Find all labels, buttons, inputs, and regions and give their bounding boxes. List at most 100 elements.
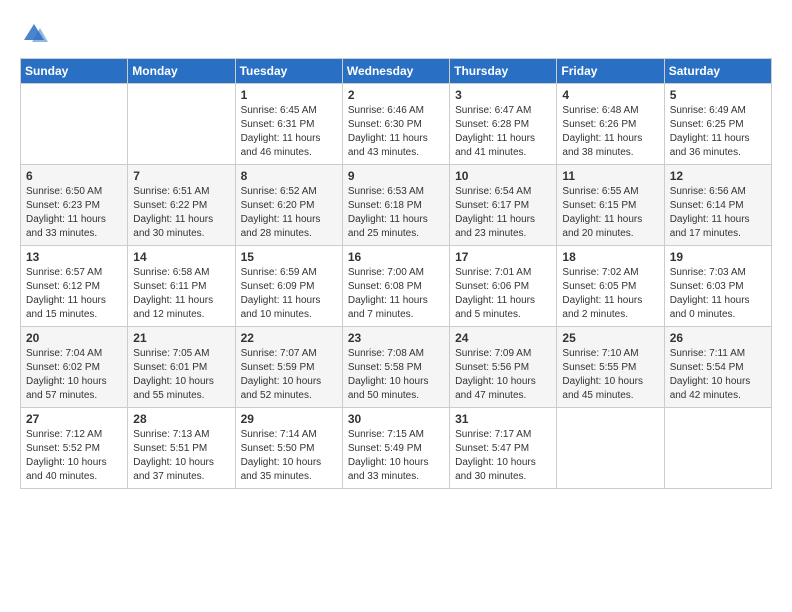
calendar: SundayMondayTuesdayWednesdayThursdayFrid… <box>20 58 772 489</box>
calendar-cell: 28 Sunrise: 7:13 AM Sunset: 5:51 PM Dayli… <box>128 408 235 489</box>
day-info: Sunrise: 7:13 AM Sunset: 5:51 PM Dayligh… <box>133 428 229 484</box>
calendar-cell: 21Sunrise: 7:05 AM Sunset: 6:01 PM Dayli… <box>128 327 235 408</box>
day-number: 16 <box>348 250 444 264</box>
calendar-cell: 14Sunrise: 6:58 AM Sunset: 6:11 PM Dayli… <box>128 246 235 327</box>
weekday-header: Tuesday <box>235 59 342 84</box>
day-number: 31 <box>455 412 551 426</box>
calendar-cell: 30 Sunrise: 7:15 AM Sunset: 5:49 PM Dayli… <box>342 408 449 489</box>
day-number: 1 <box>241 88 337 102</box>
day-info: Sunrise: 6:48 AM Sunset: 6:26 PM Dayligh… <box>562 104 658 160</box>
day-number: 20 <box>26 331 122 345</box>
day-info: Sunrise: 7:10 AM Sunset: 5:55 PM Dayligh… <box>562 347 658 403</box>
day-number: 26 <box>670 331 766 345</box>
calendar-header-row: SundayMondayTuesdayWednesdayThursdayFrid… <box>21 59 772 84</box>
day-info: Sunrise: 6:47 AM Sunset: 6:28 PM Dayligh… <box>455 104 551 160</box>
day-info: Sunrise: 6:52 AM Sunset: 6:20 PM Dayligh… <box>241 185 337 241</box>
calendar-cell: 2 Sunrise: 6:46 AM Sunset: 6:30 PM Daylig… <box>342 84 449 165</box>
calendar-cell: 29 Sunrise: 7:14 AM Sunset: 5:50 PM Dayli… <box>235 408 342 489</box>
day-info: Sunrise: 6:50 AM Sunset: 6:23 PM Dayligh… <box>26 185 122 241</box>
calendar-cell: 6 Sunrise: 6:50 AM Sunset: 6:23 PM Daylig… <box>21 165 128 246</box>
day-info: Sunrise: 7:04 AM Sunset: 6:02 PM Dayligh… <box>26 347 122 403</box>
logo <box>20 20 52 48</box>
day-number: 11 <box>562 169 658 183</box>
day-info: Sunrise: 7:14 AM Sunset: 5:50 PM Dayligh… <box>241 428 337 484</box>
calendar-cell: 24 Sunrise: 7:09 AM Sunset: 5:56 PM Dayli… <box>450 327 557 408</box>
calendar-week-row: 20 Sunrise: 7:04 AM Sunset: 6:02 PM Dayli… <box>21 327 772 408</box>
day-info: Sunrise: 7:15 AM Sunset: 5:49 PM Dayligh… <box>348 428 444 484</box>
day-info: Sunrise: 7:01 AM Sunset: 6:06 PM Dayligh… <box>455 266 551 322</box>
day-number: 8 <box>241 169 337 183</box>
calendar-cell: 13Sunrise: 6:57 AM Sunset: 6:12 PM Dayli… <box>21 246 128 327</box>
calendar-cell: 25 Sunrise: 7:10 AM Sunset: 5:55 PM Dayli… <box>557 327 664 408</box>
calendar-cell <box>128 84 235 165</box>
logo-icon <box>20 20 48 48</box>
calendar-cell: 31 Sunrise: 7:17 AM Sunset: 5:47 PM Dayli… <box>450 408 557 489</box>
calendar-week-row: 27 Sunrise: 7:12 AM Sunset: 5:52 PM Dayli… <box>21 408 772 489</box>
calendar-cell: 17 Sunrise: 7:01 AM Sunset: 6:06 PM Dayli… <box>450 246 557 327</box>
weekday-header: Monday <box>128 59 235 84</box>
calendar-cell: 18Sunrise: 7:02 AM Sunset: 6:05 PM Dayli… <box>557 246 664 327</box>
calendar-cell: 27 Sunrise: 7:12 AM Sunset: 5:52 PM Dayli… <box>21 408 128 489</box>
weekday-header: Thursday <box>450 59 557 84</box>
day-info: Sunrise: 7:02 AM Sunset: 6:05 PM Dayligh… <box>562 266 658 322</box>
calendar-cell: 4 Sunrise: 6:48 AM Sunset: 6:26 PM Daylig… <box>557 84 664 165</box>
weekday-header: Saturday <box>664 59 771 84</box>
day-info: Sunrise: 6:58 AM Sunset: 6:11 PM Dayligh… <box>133 266 229 322</box>
day-info: Sunrise: 7:17 AM Sunset: 5:47 PM Dayligh… <box>455 428 551 484</box>
day-number: 5 <box>670 88 766 102</box>
calendar-week-row: 1 Sunrise: 6:45 AM Sunset: 6:31 PM Daylig… <box>21 84 772 165</box>
day-number: 28 <box>133 412 229 426</box>
day-number: 2 <box>348 88 444 102</box>
calendar-week-row: 6 Sunrise: 6:50 AM Sunset: 6:23 PM Daylig… <box>21 165 772 246</box>
calendar-cell: 1 Sunrise: 6:45 AM Sunset: 6:31 PM Daylig… <box>235 84 342 165</box>
calendar-cell: 3 Sunrise: 6:47 AM Sunset: 6:28 PM Daylig… <box>450 84 557 165</box>
day-info: Sunrise: 7:07 AM Sunset: 5:59 PM Dayligh… <box>241 347 337 403</box>
calendar-cell: 10 Sunrise: 6:54 AM Sunset: 6:17 PM Dayli… <box>450 165 557 246</box>
day-info: Sunrise: 6:46 AM Sunset: 6:30 PM Dayligh… <box>348 104 444 160</box>
day-info: Sunrise: 6:54 AM Sunset: 6:17 PM Dayligh… <box>455 185 551 241</box>
day-number: 29 <box>241 412 337 426</box>
calendar-week-row: 13Sunrise: 6:57 AM Sunset: 6:12 PM Dayli… <box>21 246 772 327</box>
day-number: 7 <box>133 169 229 183</box>
day-number: 24 <box>455 331 551 345</box>
day-number: 19 <box>670 250 766 264</box>
day-info: Sunrise: 6:55 AM Sunset: 6:15 PM Dayligh… <box>562 185 658 241</box>
day-number: 13 <box>26 250 122 264</box>
day-number: 6 <box>26 169 122 183</box>
weekday-header: Friday <box>557 59 664 84</box>
calendar-cell: 11 Sunrise: 6:55 AM Sunset: 6:15 PM Dayli… <box>557 165 664 246</box>
day-info: Sunrise: 6:51 AM Sunset: 6:22 PM Dayligh… <box>133 185 229 241</box>
day-number: 21 <box>133 331 229 345</box>
day-number: 27 <box>26 412 122 426</box>
calendar-cell: 5 Sunrise: 6:49 AM Sunset: 6:25 PM Daylig… <box>664 84 771 165</box>
day-info: Sunrise: 6:45 AM Sunset: 6:31 PM Dayligh… <box>241 104 337 160</box>
day-info: Sunrise: 7:03 AM Sunset: 6:03 PM Dayligh… <box>670 266 766 322</box>
calendar-cell: 19 Sunrise: 7:03 AM Sunset: 6:03 PM Dayli… <box>664 246 771 327</box>
day-number: 17 <box>455 250 551 264</box>
day-number: 12 <box>670 169 766 183</box>
calendar-cell: 7 Sunrise: 6:51 AM Sunset: 6:22 PM Daylig… <box>128 165 235 246</box>
day-number: 30 <box>348 412 444 426</box>
calendar-cell: 15Sunrise: 6:59 AM Sunset: 6:09 PM Dayli… <box>235 246 342 327</box>
day-number: 3 <box>455 88 551 102</box>
day-number: 10 <box>455 169 551 183</box>
calendar-cell: 20 Sunrise: 7:04 AM Sunset: 6:02 PM Dayli… <box>21 327 128 408</box>
day-number: 4 <box>562 88 658 102</box>
day-info: Sunrise: 6:49 AM Sunset: 6:25 PM Dayligh… <box>670 104 766 160</box>
calendar-cell: 22Sunrise: 7:07 AM Sunset: 5:59 PM Dayli… <box>235 327 342 408</box>
day-info: Sunrise: 7:00 AM Sunset: 6:08 PM Dayligh… <box>348 266 444 322</box>
calendar-cell <box>21 84 128 165</box>
calendar-cell: 8 Sunrise: 6:52 AM Sunset: 6:20 PM Daylig… <box>235 165 342 246</box>
calendar-cell: 12Sunrise: 6:56 AM Sunset: 6:14 PM Dayli… <box>664 165 771 246</box>
day-info: Sunrise: 6:59 AM Sunset: 6:09 PM Dayligh… <box>241 266 337 322</box>
calendar-cell <box>664 408 771 489</box>
calendar-cell: 26 Sunrise: 7:11 AM Sunset: 5:54 PM Dayli… <box>664 327 771 408</box>
day-info: Sunrise: 7:12 AM Sunset: 5:52 PM Dayligh… <box>26 428 122 484</box>
day-number: 25 <box>562 331 658 345</box>
weekday-header: Wednesday <box>342 59 449 84</box>
calendar-cell: 9Sunrise: 6:53 AM Sunset: 6:18 PM Daylig… <box>342 165 449 246</box>
day-info: Sunrise: 7:11 AM Sunset: 5:54 PM Dayligh… <box>670 347 766 403</box>
calendar-cell: 23Sunrise: 7:08 AM Sunset: 5:58 PM Dayli… <box>342 327 449 408</box>
day-info: Sunrise: 7:09 AM Sunset: 5:56 PM Dayligh… <box>455 347 551 403</box>
day-info: Sunrise: 6:53 AM Sunset: 6:18 PM Dayligh… <box>348 185 444 241</box>
